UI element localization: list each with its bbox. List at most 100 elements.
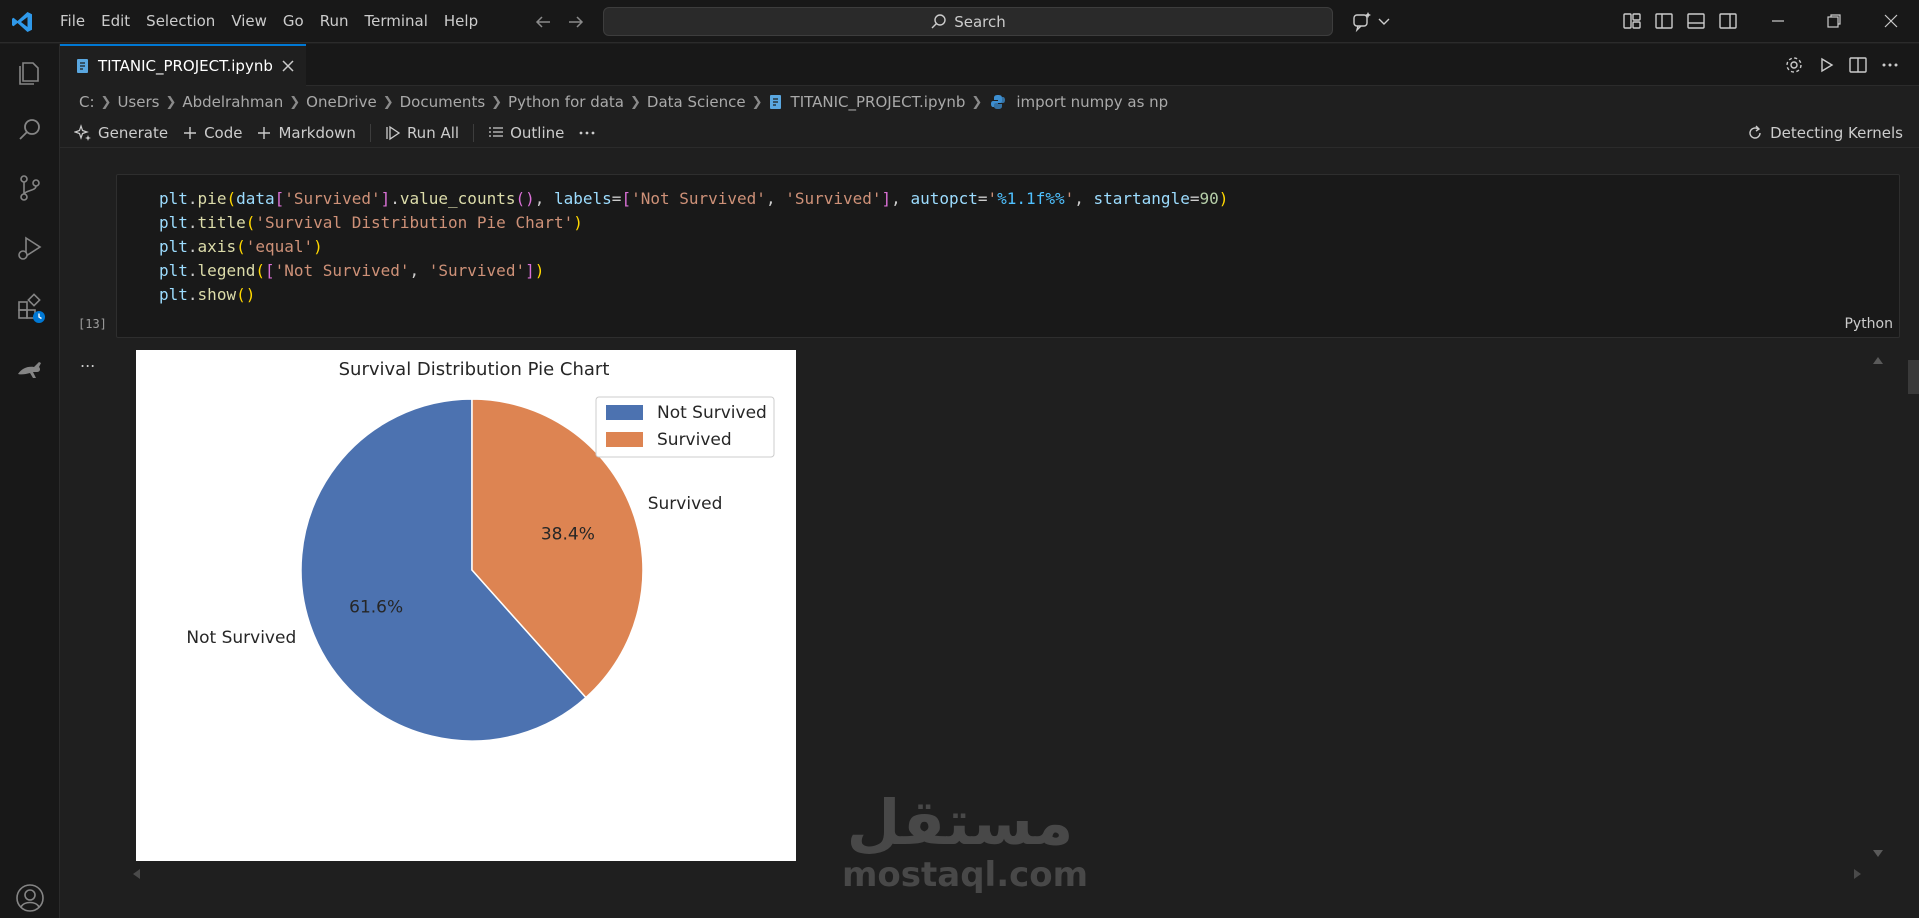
extensions-icon[interactable] bbox=[12, 290, 48, 326]
customize-layout-icon[interactable] bbox=[1620, 9, 1644, 33]
kernel-picker[interactable]: Detecting Kernels bbox=[1746, 118, 1903, 148]
scroll-left-icon[interactable] bbox=[131, 868, 141, 880]
legend-label-survived: Survived bbox=[657, 430, 732, 450]
search-icon bbox=[931, 13, 946, 28]
chevron-right-icon: ❯ bbox=[491, 94, 503, 110]
chevron-right-icon: ❯ bbox=[382, 94, 394, 110]
run-all-button[interactable]: Run All bbox=[385, 124, 459, 142]
run-all-label: Run All bbox=[406, 123, 460, 142]
breadcrumb-item[interactable]: import numpy as np bbox=[1016, 93, 1168, 111]
kernel-status-label: Detecting Kernels bbox=[1770, 124, 1903, 142]
breadcrumb-item[interactable]: Abdelrahman bbox=[182, 93, 283, 111]
chevron-right-icon: ❯ bbox=[751, 94, 763, 110]
menu-bar: File Edit Selection View Go Run Terminal… bbox=[52, 0, 486, 43]
run-and-debug-icon[interactable] bbox=[12, 230, 48, 266]
chevron-right-icon: ❯ bbox=[165, 94, 177, 110]
plus-icon bbox=[258, 126, 271, 139]
watermark-latin: mostaql.com bbox=[842, 855, 1089, 895]
more-toolbar-actions-button[interactable] bbox=[578, 125, 602, 141]
gear-icon[interactable] bbox=[1783, 54, 1805, 76]
restore-window-icon[interactable] bbox=[1822, 9, 1846, 33]
breadcrumb-item[interactable]: Python for data bbox=[508, 93, 624, 111]
notebook-file-icon bbox=[77, 59, 88, 73]
code-cell-editor[interactable]: plt.pie(data['Survived'].value_counts(),… bbox=[116, 174, 1900, 338]
breadcrumb-item[interactable]: OneDrive bbox=[306, 93, 377, 111]
pie-category-label-not-survived: Not Survived bbox=[186, 628, 296, 648]
chart-legend: Not Survived Survived bbox=[595, 396, 775, 458]
editor-tab-bar: TITANIC_PROJECT.ipynb bbox=[60, 44, 1919, 86]
menu-run[interactable]: Run bbox=[312, 0, 357, 43]
vscode-logo-icon[interactable] bbox=[10, 10, 34, 34]
accounts-icon[interactable] bbox=[12, 880, 48, 916]
breadcrumb-item[interactable]: Data Science bbox=[647, 93, 746, 111]
output-actions-button[interactable]: ... bbox=[80, 352, 95, 371]
close-icon[interactable] bbox=[280, 58, 296, 74]
list-icon bbox=[489, 126, 504, 137]
mostaql-watermark: مستقل mostaql.com bbox=[842, 790, 1089, 900]
generate-button[interactable]: Generate bbox=[74, 124, 168, 142]
run-all-icon bbox=[386, 125, 401, 140]
menu-edit[interactable]: Edit bbox=[93, 0, 138, 43]
notebook-toolbar: Generate Code Markdown Run All Outline D… bbox=[60, 118, 1919, 148]
menu-go[interactable]: Go bbox=[275, 0, 312, 43]
legend-swatch-not-survived bbox=[606, 405, 643, 420]
toggle-panel-icon[interactable] bbox=[1684, 9, 1708, 33]
breadcrumb-item[interactable]: C: bbox=[79, 93, 95, 111]
menu-view[interactable]: View bbox=[223, 0, 275, 43]
menu-file[interactable]: File bbox=[52, 0, 93, 43]
chart-title: Survival Distribution Pie Chart bbox=[339, 359, 610, 380]
chevron-down-icon[interactable] bbox=[1372, 9, 1396, 33]
back-arrow-icon[interactable] bbox=[531, 10, 555, 34]
pie-chart-output: Survival Distribution Pie Chart 61.6% Not… bbox=[136, 350, 796, 861]
sync-icon bbox=[1749, 125, 1761, 139]
menu-selection[interactable]: Selection bbox=[138, 0, 223, 43]
notebook-file-icon bbox=[769, 95, 781, 109]
chevron-right-icon: ❯ bbox=[971, 94, 983, 110]
command-center-search[interactable]: Search bbox=[603, 7, 1333, 36]
kangaroo-extension-icon[interactable] bbox=[12, 350, 48, 386]
toggle-secondary-sidebar-icon[interactable] bbox=[1716, 9, 1740, 33]
explorer-icon[interactable] bbox=[12, 54, 48, 90]
breadcrumb: C: ❯ Users ❯ Abdelrahman ❯ OneDrive ❯ Do… bbox=[79, 88, 1168, 116]
python-icon bbox=[991, 95, 1006, 109]
activity-bar bbox=[0, 44, 60, 918]
copilot-icon[interactable] bbox=[1350, 9, 1374, 33]
plus-icon bbox=[184, 126, 197, 139]
run-icon[interactable] bbox=[1815, 54, 1837, 76]
menu-terminal[interactable]: Terminal bbox=[357, 0, 436, 43]
sparkle-icon bbox=[74, 123, 91, 141]
search-icon[interactable] bbox=[12, 112, 48, 148]
vertical-scrollbar-thumb[interactable] bbox=[1908, 360, 1919, 394]
pie-pct-label-survived: 38.4% bbox=[541, 524, 595, 544]
title-bar: File Edit Selection View Go Run Terminal… bbox=[0, 0, 1919, 43]
code-label: Code bbox=[204, 123, 243, 142]
more-icon bbox=[579, 131, 595, 134]
forward-arrow-icon[interactable] bbox=[564, 10, 588, 34]
scroll-down-icon[interactable] bbox=[1872, 849, 1884, 859]
cell-language-picker[interactable]: Python bbox=[1844, 316, 1893, 332]
minimize-window-icon[interactable] bbox=[1766, 9, 1790, 33]
close-window-icon[interactable] bbox=[1879, 9, 1903, 33]
split-editor-icon[interactable] bbox=[1847, 54, 1869, 76]
tab-label: TITANIC_PROJECT.ipynb bbox=[98, 57, 273, 75]
add-code-cell-button[interactable]: Code bbox=[182, 124, 242, 142]
tab-titanic-project[interactable]: TITANIC_PROJECT.ipynb bbox=[60, 44, 306, 86]
source-control-icon[interactable] bbox=[12, 170, 48, 206]
breadcrumb-item[interactable]: Documents bbox=[400, 93, 486, 111]
pie-chart-svg: Survival Distribution Pie Chart 61.6% Not… bbox=[186, 359, 775, 742]
scroll-right-icon[interactable] bbox=[1853, 868, 1863, 880]
more-actions-icon[interactable] bbox=[1879, 54, 1901, 76]
breadcrumb-item[interactable]: TITANIC_PROJECT.ipynb bbox=[791, 93, 966, 111]
pie-category-label-survived: Survived bbox=[648, 494, 723, 514]
scroll-up-icon[interactable] bbox=[1872, 355, 1884, 365]
outline-button[interactable]: Outline bbox=[488, 124, 564, 142]
add-markdown-cell-button[interactable]: Markdown bbox=[256, 124, 356, 142]
legend-swatch-survived bbox=[606, 432, 643, 447]
toggle-primary-sidebar-icon[interactable] bbox=[1652, 9, 1676, 33]
search-label: Search bbox=[954, 12, 1006, 31]
breadcrumb-item[interactable]: Users bbox=[117, 93, 159, 111]
pie-pct-label-not-survived: 61.6% bbox=[349, 598, 403, 618]
menu-help[interactable]: Help bbox=[436, 0, 486, 43]
chevron-right-icon: ❯ bbox=[289, 94, 301, 110]
outline-label: Outline bbox=[510, 123, 565, 142]
